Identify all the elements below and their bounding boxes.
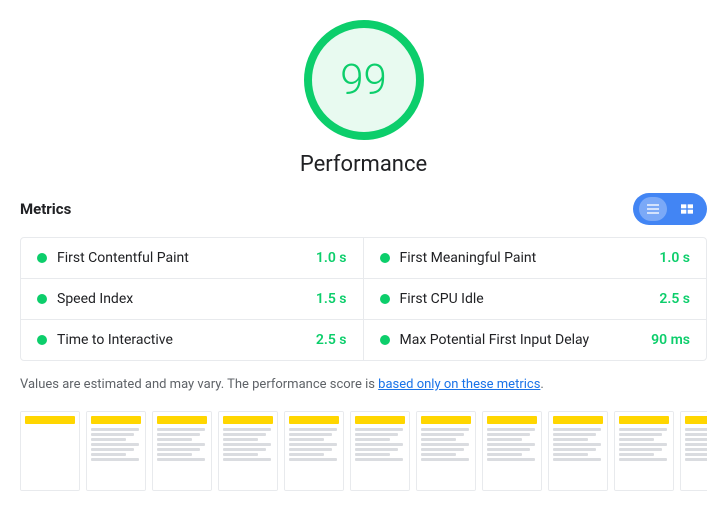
metric-row: First CPU Idle 2.5 s <box>364 279 707 320</box>
filmstrip-frame <box>680 411 707 491</box>
metric-dot <box>37 335 47 345</box>
metric-dot <box>37 253 47 263</box>
note-text-before: Values are estimated and may vary. The p… <box>20 377 378 392</box>
score-value: 99 <box>340 56 387 105</box>
filmstrip-frame <box>86 411 146 491</box>
filmstrip-frame <box>218 411 278 491</box>
metric-dot <box>380 335 390 345</box>
metric-row: Max Potential First Input Delay 90 ms <box>364 320 707 360</box>
filmstrip-frame <box>20 411 80 491</box>
score-label: Performance <box>300 152 427 177</box>
metrics-title: Metrics <box>20 200 71 218</box>
metric-name: First Meaningful Paint <box>400 250 652 266</box>
score-circle: 99 <box>304 20 424 140</box>
treemap-view-button[interactable] <box>673 197 701 221</box>
filmstrip-frame <box>416 411 476 491</box>
metric-row: Time to Interactive 2.5 s <box>21 320 364 360</box>
metric-value: 2.5 s <box>659 291 690 307</box>
metric-dot <box>380 253 390 263</box>
metrics-note: Values are estimated and may vary. The p… <box>20 375 707 395</box>
metric-row: First Contentful Paint 1.0 s <box>21 238 364 279</box>
filmstrip-frame <box>482 411 542 491</box>
metric-row: Speed Index 1.5 s <box>21 279 364 320</box>
filmstrip-frame <box>152 411 212 491</box>
metrics-grid: First Contentful Paint1.0 sFirst Meaning… <box>20 237 707 361</box>
note-text-after: . <box>540 377 543 392</box>
metric-value: 1.5 s <box>316 291 347 307</box>
metrics-link[interactable]: based only on these metrics <box>378 377 540 392</box>
view-toggle[interactable] <box>633 193 707 225</box>
metric-row: First Meaningful Paint 1.0 s <box>364 238 707 279</box>
filmstrip-frame <box>614 411 674 491</box>
filmstrip-frame <box>350 411 410 491</box>
metric-name: First Contentful Paint <box>57 250 308 266</box>
metric-value: 1.0 s <box>316 250 347 266</box>
metrics-header: Metrics <box>20 193 707 225</box>
metric-name: Time to Interactive <box>57 332 308 348</box>
list-icon <box>645 201 661 217</box>
metric-dot <box>380 294 390 304</box>
score-section: 99 Performance <box>20 20 707 177</box>
treemap-icon <box>679 201 695 217</box>
filmstrip-frame <box>548 411 608 491</box>
metric-name: Speed Index <box>57 291 308 307</box>
list-view-button[interactable] <box>639 197 667 221</box>
filmstrip <box>20 411 707 491</box>
metric-name: First CPU Idle <box>400 291 652 307</box>
metric-dot <box>37 294 47 304</box>
metric-value: 2.5 s <box>316 332 347 348</box>
metric-value: 90 ms <box>651 332 690 348</box>
filmstrip-frame <box>284 411 344 491</box>
metric-name: Max Potential First Input Delay <box>400 332 644 348</box>
metric-value: 1.0 s <box>659 250 690 266</box>
